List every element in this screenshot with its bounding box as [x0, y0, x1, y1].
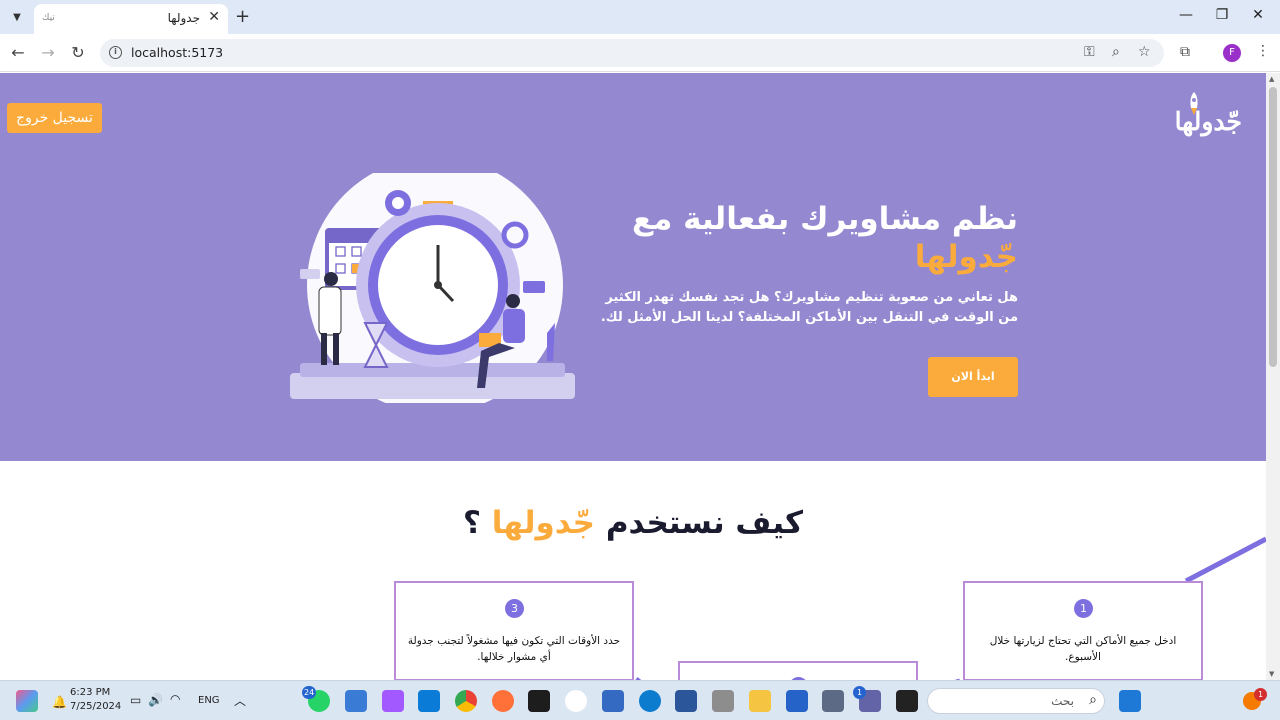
chrome-icon[interactable] — [455, 690, 477, 712]
step-card-2: 2 — [678, 661, 918, 680]
tab-title: جدولها — [167, 11, 200, 25]
taskbar-search[interactable]: بحث ⌕ — [927, 688, 1105, 714]
wifi-icon[interactable]: ◠ — [170, 692, 180, 706]
scroll-down-arrow-icon[interactable]: ▼ — [1269, 670, 1274, 678]
wps-icon[interactable] — [565, 690, 587, 712]
search-icon: ⌕ — [1089, 692, 1097, 708]
how-to-use-title: كيف نستخدم جّدولها ؟ — [0, 505, 1266, 541]
file-explorer-icon[interactable] — [749, 690, 771, 712]
maximize-button[interactable]: ❐ — [1212, 7, 1232, 23]
bookmark-star-icon[interactable]: ☆ — [1138, 44, 1151, 60]
start-now-button[interactable]: ابدأ الان — [928, 357, 1018, 397]
zoom-icon[interactable]: ⌕ — [1112, 44, 1120, 60]
teams-icon[interactable]: 1 — [853, 686, 881, 712]
scroll-up-arrow-icon[interactable]: ▲ — [1269, 75, 1274, 83]
windows-start-icon[interactable] — [1119, 690, 1141, 712]
logo-text: جّدولها — [1174, 107, 1242, 136]
back-icon[interactable]: ← — [8, 43, 28, 62]
logout-button[interactable]: تسجيل خروج — [7, 103, 102, 133]
clock-time[interactable]: 6:23 PM — [70, 687, 110, 698]
step-text: حدد الأوقات التي تكون فيها مشغولاً لتجنب… — [407, 635, 621, 663]
edge-icon[interactable] — [639, 690, 661, 712]
hero-title: نظم مشاويرك بفعالية مع — [631, 201, 1018, 237]
battery-icon[interactable]: ▭ — [130, 693, 141, 707]
browser-tabstrip: ▼ تيك جدولها ✕ + — ❐ ✕ — [0, 0, 1280, 34]
how-title-text: كيف نستخدم — [605, 505, 804, 541]
teams-badge: 1 — [853, 686, 866, 699]
pycharm-icon[interactable] — [528, 690, 550, 712]
password-key-icon[interactable]: ⚿ — [1084, 44, 1095, 60]
page-scrollbar[interactable]: ▲ ▼ — [1266, 73, 1280, 680]
step-text: ادخل جميع الأماكن التي تحتاج لزيارتها خل… — [989, 635, 1177, 663]
firefox-icon[interactable] — [492, 690, 514, 712]
minimize-button[interactable]: — — [1176, 7, 1196, 23]
scheduling-illustration — [290, 173, 575, 403]
tab-close-icon[interactable]: ✕ — [208, 9, 220, 25]
vscode-icon[interactable] — [418, 690, 440, 712]
terminal-icon[interactable] — [896, 690, 918, 712]
gimp-icon[interactable] — [712, 690, 734, 712]
hero-title-brand: جّدولها — [914, 239, 1018, 275]
app-window-icon[interactable] — [602, 690, 624, 712]
virtualbox-icon[interactable] — [822, 690, 844, 712]
address-bar[interactable]: i localhost:5173 ⚿ ⌕ ☆ — [100, 39, 1164, 67]
copilot-icon[interactable] — [16, 690, 38, 712]
whatsapp-badge: 24 — [302, 686, 317, 699]
reload-icon[interactable]: ↻ — [68, 43, 88, 62]
tab-search-button[interactable]: ▼ — [6, 7, 28, 27]
word-icon[interactable] — [675, 690, 697, 712]
menu-kebab-icon[interactable]: ⋮ — [1256, 43, 1270, 59]
chevron-up-icon[interactable]: ︿ — [234, 692, 246, 709]
windows-taskbar: 🔔 6:23 PM 7/25/2024 ▭ 🔊 ◠ ENG ︿ 24 1 بحث… — [0, 680, 1280, 720]
tab-favicon: تيك — [42, 13, 55, 23]
hero-section: تسجيل خروج جّدولها نظم مشاويرك بفعالية م… — [0, 73, 1266, 461]
step-card-3: 3 حدد الأوقات التي تكون فيها مشغولاً لتج… — [394, 581, 634, 680]
photos-icon[interactable] — [345, 690, 367, 712]
site-logo[interactable]: جّدولها — [1168, 91, 1248, 141]
language-indicator[interactable]: ENG — [198, 695, 220, 706]
hero-description: هل تعاني من صعوبة تنظيم مشاويرك؟ هل تجد … — [600, 290, 1018, 325]
browser-tab[interactable]: تيك جدولها ✕ — [34, 4, 228, 34]
how-title-brand: جّدولها — [491, 505, 596, 541]
whatsapp-icon[interactable]: 24 — [302, 686, 330, 712]
notification-bell-icon[interactable]: 🔔 — [52, 695, 67, 709]
figma-icon[interactable] — [382, 690, 404, 712]
browser-toolbar: ← → ↻ i localhost:5173 ⚿ ⌕ ☆ ⧉ F ⋮ — [0, 34, 1280, 72]
new-tab-button[interactable]: + — [235, 6, 250, 27]
chevron-down-icon: ▼ — [13, 11, 21, 23]
step-card-1: 1 ادخل جميع الأماكن التي تحتاج لزيارتها … — [963, 581, 1203, 680]
forward-icon[interactable]: → — [38, 43, 58, 62]
step-number: 3 — [505, 599, 524, 618]
step-number: 1 — [1074, 599, 1093, 618]
page-viewport: تسجيل خروج جّدولها نظم مشاويرك بفعالية م… — [0, 73, 1266, 680]
scroll-thumb[interactable] — [1269, 87, 1277, 367]
store-icon[interactable] — [786, 690, 808, 712]
how-title-suffix: ؟ — [462, 505, 492, 541]
clock-date[interactable]: 7/25/2024 — [70, 701, 121, 712]
url-text[interactable]: localhost:5173 — [131, 45, 223, 60]
notification-badge: 1 — [1254, 688, 1267, 701]
extensions-icon[interactable]: ⧉ — [1180, 44, 1190, 60]
volume-icon[interactable]: 🔊 — [148, 693, 163, 707]
site-info-icon[interactable]: i — [109, 46, 122, 59]
search-placeholder: بحث — [1051, 694, 1074, 708]
weather-icon[interactable]: 1 — [1243, 688, 1267, 710]
close-window-button[interactable]: ✕ — [1248, 7, 1268, 23]
profile-avatar[interactable]: F — [1223, 44, 1241, 62]
